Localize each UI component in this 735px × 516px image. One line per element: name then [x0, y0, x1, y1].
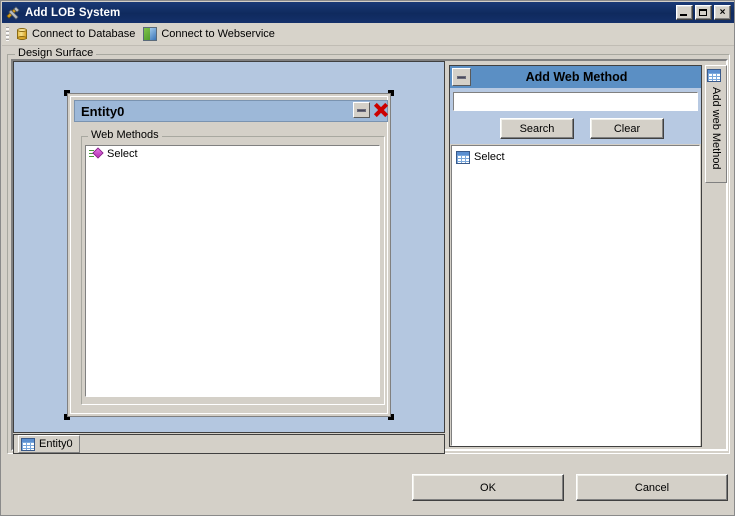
- search-input[interactable]: [453, 92, 698, 111]
- result-label: Select: [474, 151, 505, 163]
- minimize-icon[interactable]: [676, 5, 693, 20]
- web-method-label: Select: [107, 148, 138, 160]
- grid-icon: [707, 69, 721, 82]
- cancel-button[interactable]: Cancel: [576, 474, 728, 501]
- search-button[interactable]: Search: [500, 118, 574, 139]
- connect-to-webservice-label: Connect to Webservice: [161, 28, 275, 40]
- list-item[interactable]: Select: [452, 148, 699, 166]
- entity-panel-header[interactable]: Entity0: [74, 100, 388, 122]
- design-canvas[interactable]: Entity0 Web Methods Select: [13, 61, 445, 433]
- connect-to-webservice-button[interactable]: Connect to Webservice: [141, 24, 281, 44]
- add-web-method-header: Add Web Method: [450, 66, 701, 88]
- window-titlebar: Add LOB System ×: [2, 2, 734, 23]
- add-web-method-results-list[interactable]: Select: [451, 145, 700, 446]
- ok-button[interactable]: OK: [412, 474, 564, 501]
- method-diamond-icon: [89, 147, 104, 160]
- entity-minimize-icon[interactable]: [353, 102, 370, 118]
- entity-header-buttons: [353, 100, 391, 120]
- entity-tabstrip: Entity0: [13, 434, 445, 454]
- connect-to-database-label: Connect to Database: [32, 28, 136, 40]
- design-surface-legend: Design Surface: [15, 48, 97, 59]
- vertical-tab-add-web-method[interactable]: Add web Method: [705, 65, 727, 183]
- database-icon: [16, 27, 28, 41]
- grid-icon: [456, 150, 470, 164]
- maximize-icon[interactable]: [695, 5, 712, 20]
- entity-title: Entity0: [81, 103, 125, 119]
- close-icon[interactable]: ×: [714, 5, 731, 20]
- web-methods-list[interactable]: Select: [85, 145, 380, 397]
- add-web-method-panel: Add Web Method Search Clear Select: [449, 65, 702, 447]
- window-title: Add LOB System: [25, 6, 121, 19]
- tab-entity0-label: Entity0: [39, 438, 73, 450]
- grid-icon: [21, 437, 35, 451]
- list-item[interactable]: Select: [86, 146, 379, 162]
- webservice-icon: [143, 27, 158, 41]
- entity-close-icon[interactable]: [371, 100, 391, 120]
- entity-panel-selection[interactable]: Entity0 Web Methods Select: [64, 90, 394, 420]
- tab-entity0[interactable]: Entity0: [18, 435, 80, 453]
- add-web-method-search-area: Search Clear: [450, 88, 701, 144]
- web-methods-legend: Web Methods: [88, 130, 162, 141]
- toolbar-grip[interactable]: [6, 27, 9, 41]
- add-web-method-minimize-icon[interactable]: [452, 68, 471, 86]
- connect-to-database-button[interactable]: Connect to Database: [14, 24, 141, 44]
- entity-panel[interactable]: Entity0 Web Methods Select: [67, 93, 391, 417]
- add-lob-system-dialog: Add LOB System × Connect to Database Con…: [0, 0, 735, 516]
- window-controls: ×: [676, 5, 731, 20]
- vertical-tab-label: Add web Method: [710, 87, 722, 170]
- web-methods-groupbox: Web Methods Select: [81, 130, 385, 405]
- add-web-method-title: Add Web Method: [525, 70, 628, 84]
- toolbar: Connect to Database Connect to Webservic…: [2, 23, 734, 46]
- entity-panel-inner: Entity0 Web Methods Select: [70, 96, 388, 414]
- tools-icon: [5, 5, 21, 20]
- clear-button[interactable]: Clear: [590, 118, 664, 139]
